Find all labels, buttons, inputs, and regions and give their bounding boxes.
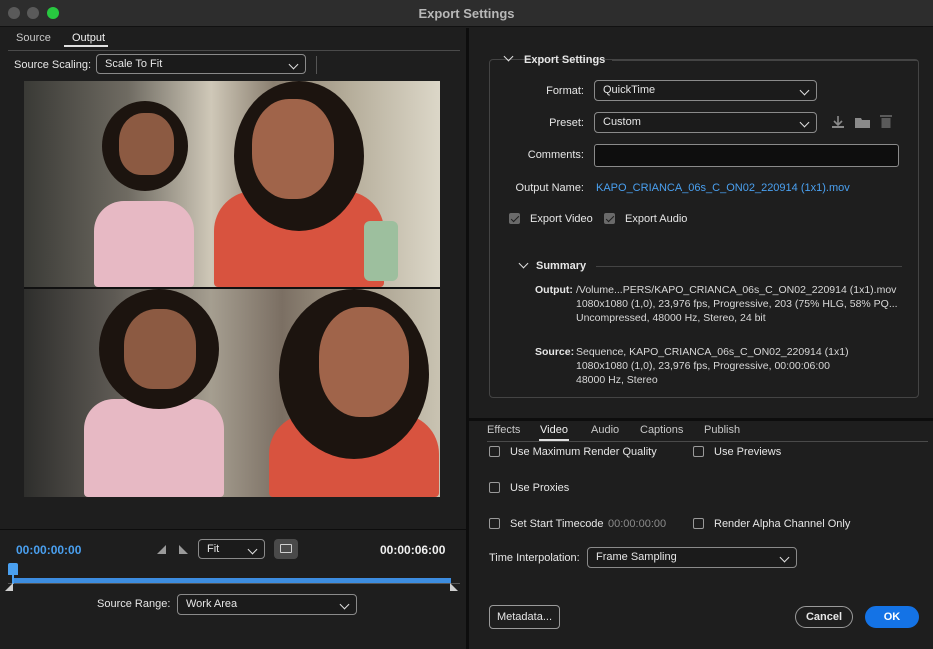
delete-preset-icon[interactable] [879,113,893,129]
tab-source[interactable]: Source [16,32,51,44]
summary-output-line: Uncompressed, 48000 Hz, Stereo, 24 bit [576,312,766,324]
horizontal-panel-divider[interactable] [469,418,933,421]
save-preset-icon[interactable] [830,114,846,130]
timeline-track [8,583,460,584]
active-tab-indicator [64,45,108,47]
summary-output-line: 1080x1080 (1,0), 23,976 fps, Progressive… [576,298,898,310]
start-timecode-value: 00:00:00:00 [608,518,667,530]
ok-button[interactable]: OK [865,606,919,628]
use-previews-checkbox[interactable] [693,446,704,457]
preview-frame-source [24,289,440,497]
format-value: QuickTime [603,84,656,96]
max-render-quality-checkbox[interactable] [489,446,500,457]
zoom-value: Fit [207,543,220,555]
format-label: Format: [546,85,584,97]
chevron-down-icon [799,117,810,128]
metadata-button[interactable]: Metadata... [489,605,560,629]
export-settings-header[interactable]: Export Settings [524,54,605,66]
time-interpolation-dropdown[interactable]: Frame Sampling [587,547,797,568]
format-dropdown[interactable]: QuickTime [594,80,817,101]
cancel-button[interactable]: Cancel [795,606,853,628]
set-out-point-icon[interactable] [179,545,188,554]
summary-divider [596,266,902,267]
section-divider [612,60,918,61]
tab-effects[interactable]: Effects [487,424,520,436]
summary-source-line: Sequence, KAPO_CRIANCA_06s_C_ON02_220914… [576,346,849,358]
title-bar: Export Settings [0,0,933,27]
time-interpolation-label: Time Interpolation: [489,552,580,564]
work-area-bar[interactable] [12,578,451,583]
summary-source-line: 48000 Hz, Stereo [576,374,658,386]
tab-video[interactable]: Video [540,424,568,436]
set-in-point-icon[interactable] [157,545,166,554]
summary-source-key: Source: [535,346,575,358]
output-name-link[interactable]: KAPO_CRIANCA_06s_C_ON02_220914 (1x1).mov [596,182,850,194]
preset-value: Custom [603,116,641,128]
aspect-ratio-icon [280,544,292,553]
source-scaling-value: Scale To Fit [105,58,163,70]
chevron-down-icon [339,599,350,610]
summary-output-key: Output: [535,284,573,296]
preset-label: Preset: [549,117,584,129]
source-range-dropdown[interactable]: Work Area [177,594,357,615]
chevron-down-icon [247,544,258,555]
render-alpha-checkbox[interactable] [693,518,704,529]
tab-publish[interactable]: Publish [704,424,740,436]
source-scaling-dropdown[interactable]: Scale To Fit [96,54,306,74]
chevron-down-icon [799,85,810,96]
source-range-label: Source Range: [97,598,171,610]
summary-header[interactable]: Summary [536,260,586,272]
export-video-checkbox[interactable] [509,213,520,224]
current-timecode[interactable]: 00:00:00:00 [16,543,81,557]
start-timecode-label: Set Start Timecode [510,518,604,530]
summary-source-line: 1080x1080 (1,0), 23,976 fps, Progressive… [576,360,830,372]
export-audio-checkbox[interactable] [604,213,615,224]
toolbar-divider [316,56,317,74]
zoom-dropdown[interactable]: Fit [198,539,265,559]
summary-output-line: /Volume...PERS/KAPO_CRIANCA_06s_C_ON02_2… [576,284,897,296]
chevron-down-icon [288,59,299,70]
window-title: Export Settings [418,6,515,21]
tabs-divider [8,50,460,51]
aspect-ratio-correction-button[interactable] [274,539,298,559]
start-timecode-checkbox[interactable] [489,518,500,529]
time-interpolation-value: Frame Sampling [596,551,677,563]
in-point-handle[interactable] [5,583,13,591]
video-preview [24,81,440,497]
source-scaling-label: Source Scaling: [14,59,92,71]
export-audio-label: Export Audio [625,213,688,225]
tabs-divider [487,441,928,442]
export-video-label: Export Video [530,213,593,225]
comments-input[interactable] [594,144,899,167]
use-previews-label: Use Previews [714,446,782,458]
chevron-down-icon [779,552,790,563]
preset-dropdown[interactable]: Custom [594,112,817,133]
output-name-label: Output Name: [515,182,584,194]
tab-captions[interactable]: Captions [640,424,683,436]
import-preset-icon[interactable] [854,114,872,130]
preview-frame-output [24,81,440,287]
tab-audio[interactable]: Audio [591,424,619,436]
max-render-quality-label: Use Maximum Render Quality [510,446,657,458]
render-alpha-label: Render Alpha Channel Only [714,518,851,530]
use-proxies-label: Use Proxies [510,482,570,494]
comments-label: Comments: [527,149,584,161]
source-range-value: Work Area [186,598,238,610]
use-proxies-checkbox[interactable] [489,482,500,493]
out-point-handle[interactable] [450,583,458,591]
duration-timecode: 00:00:06:00 [380,543,446,557]
tab-output[interactable]: Output [72,32,105,44]
